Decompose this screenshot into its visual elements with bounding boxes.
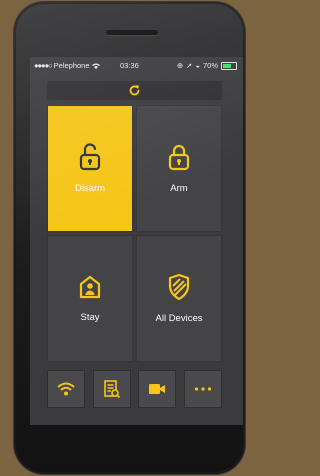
tab-more[interactable] <box>183 370 222 408</box>
shield-icon <box>168 273 190 301</box>
signal-dots-icon: ●●●●○ <box>34 61 53 70</box>
tab-log-search[interactable] <box>92 370 131 408</box>
video-camera-icon <box>149 384 166 394</box>
action-grid: Disarm Arm Stay All Devices <box>47 105 222 362</box>
battery-percent: 70% <box>202 61 218 70</box>
refresh-button[interactable] <box>47 81 222 100</box>
home-person-icon <box>79 275 101 299</box>
log-search-icon <box>103 380 120 399</box>
arm-tile[interactable]: Arm <box>136 105 222 232</box>
refresh-icon <box>129 85 140 96</box>
all-devices-label: All Devices <box>155 313 203 324</box>
lock-icon <box>168 144 190 171</box>
status-time: 03:36 <box>120 61 139 70</box>
disarm-label: Disarm <box>74 183 106 194</box>
shield-status-icon: ◒ <box>195 61 200 70</box>
wifi-icon <box>57 382 75 396</box>
app-screen: ●●●●○ Pelephone 03:36 ⊕ ➚ ◒ 70% Disarm A… <box>30 57 243 425</box>
alarm-status-icon: ⊕ <box>176 61 184 70</box>
arm-label: Arm <box>170 183 188 194</box>
bottom-tab-bar <box>47 370 222 412</box>
carrier-name: Pelephone <box>53 61 90 70</box>
more-icon <box>194 387 212 391</box>
status-bar: ●●●●○ Pelephone 03:36 ⊕ ➚ ◒ 70% <box>30 57 243 74</box>
unlock-icon <box>79 143 101 171</box>
tab-wifi[interactable] <box>47 370 85 408</box>
status-right: ⊕ ➚ ◒ 70% <box>177 61 237 70</box>
location-status-icon: ➚ <box>186 61 193 70</box>
status-left: ●●●●○ Pelephone <box>34 61 100 70</box>
tab-camera[interactable] <box>138 370 177 408</box>
all-devices-tile[interactable]: All Devices <box>136 235 222 362</box>
battery-icon <box>221 61 237 70</box>
stay-label: Stay <box>80 312 100 323</box>
disarm-tile[interactable]: Disarm <box>47 105 133 232</box>
wifi-status-icon <box>91 63 100 69</box>
stay-tile[interactable]: Stay <box>47 235 133 362</box>
phone-speaker <box>106 30 158 35</box>
